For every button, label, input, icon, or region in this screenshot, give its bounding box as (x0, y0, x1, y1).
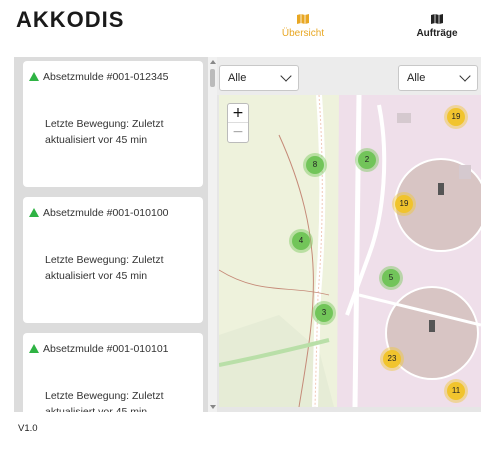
cluster-count: 3 (315, 304, 333, 322)
scroll-up-arrow-icon[interactable] (210, 60, 216, 64)
cluster-count: 11 (447, 382, 465, 400)
map-view[interactable]: + − 8 2 19 19 4 5 3 23 11 (219, 95, 481, 407)
container-status-text: Letzte Bewegung: Zuletzt aktualisiert vo… (45, 254, 164, 282)
app: AKKODIS Übersicht Aufträge Absetzmulde #… (0, 0, 481, 450)
cluster-count: 5 (382, 269, 400, 287)
cluster-count: 4 (292, 232, 310, 250)
container-card[interactable]: Absetzmulde #001-010100 Letzte Bewegung:… (23, 197, 203, 323)
container-name: Absetzmulde #001-010100 (43, 207, 169, 219)
list-scrollbar[interactable] (208, 57, 217, 412)
cluster-marker[interactable]: 4 (289, 229, 313, 253)
container-list[interactable]: Absetzmulde #001-012345 Letzte Bewegung:… (14, 57, 217, 412)
scrollbar-thumb[interactable] (210, 69, 215, 87)
brand-logo[interactable]: AKKODIS (16, 7, 148, 33)
container-title: Absetzmulde #001-010100 (29, 207, 169, 219)
zoom-control: + − (227, 103, 249, 143)
nav-tab-label: Übersicht (281, 28, 325, 39)
status-ok-icon (29, 344, 39, 353)
cluster-marker[interactable]: 8 (303, 153, 327, 177)
cluster-marker[interactable]: 3 (312, 301, 336, 325)
map-filter-bar: Alle Alle (217, 57, 481, 95)
chevron-down-icon (459, 70, 471, 82)
container-name: Absetzmulde #001-012345 (43, 71, 169, 83)
filter-select-value: Alle (228, 72, 247, 84)
zoom-out-button[interactable]: − (228, 123, 248, 142)
map-icon (431, 14, 443, 24)
nav-tab-ubersicht[interactable]: Übersicht (278, 14, 328, 39)
version-label: V1.0 (18, 423, 38, 434)
filter-select-value: Alle (407, 72, 426, 84)
zoom-in-button[interactable]: + (228, 104, 248, 123)
status-ok-icon (29, 72, 39, 81)
cluster-marker[interactable]: 2 (355, 148, 379, 172)
container-name: Absetzmulde #001-010101 (43, 343, 169, 355)
cluster-count: 19 (395, 195, 413, 213)
filter-select-right[interactable]: Alle (398, 65, 478, 91)
container-card[interactable]: Absetzmulde #001-012345 Letzte Bewegung:… (23, 61, 203, 187)
cluster-marker[interactable]: 19 (392, 192, 416, 216)
map-icon (297, 14, 309, 24)
container-status-text: Letzte Bewegung: Zuletzt aktualisiert vo… (45, 390, 164, 412)
map-panel: Alle Alle + − 8 2 19 19 4 5 3 23 11 (217, 57, 481, 412)
cluster-count: 2 (358, 151, 376, 169)
cluster-marker[interactable]: 11 (444, 379, 468, 403)
chevron-down-icon (280, 70, 292, 82)
nav-tab-auftraege[interactable]: Aufträge (412, 14, 462, 39)
container-title: Absetzmulde #001-010101 (29, 343, 169, 355)
cluster-marker[interactable]: 19 (444, 105, 468, 129)
nav-tab-label: Aufträge (416, 28, 458, 39)
container-title: Absetzmulde #001-012345 (29, 71, 169, 83)
cluster-count: 8 (306, 156, 324, 174)
header: AKKODIS Übersicht Aufträge (0, 0, 481, 57)
svg-text:AKKODIS: AKKODIS (16, 7, 124, 32)
cluster-count: 19 (447, 108, 465, 126)
map-background (219, 95, 481, 407)
filter-select-left[interactable]: Alle (219, 65, 299, 91)
container-status-text: Letzte Bewegung: Zuletzt aktualisiert vo… (45, 118, 164, 146)
container-card[interactable]: Absetzmulde #001-010101 Letzte Bewegung:… (23, 333, 203, 412)
scroll-down-arrow-icon[interactable] (210, 405, 216, 409)
cluster-marker[interactable]: 5 (379, 266, 403, 290)
status-ok-icon (29, 208, 39, 217)
cluster-count: 23 (383, 350, 401, 368)
cluster-marker[interactable]: 23 (380, 347, 404, 371)
